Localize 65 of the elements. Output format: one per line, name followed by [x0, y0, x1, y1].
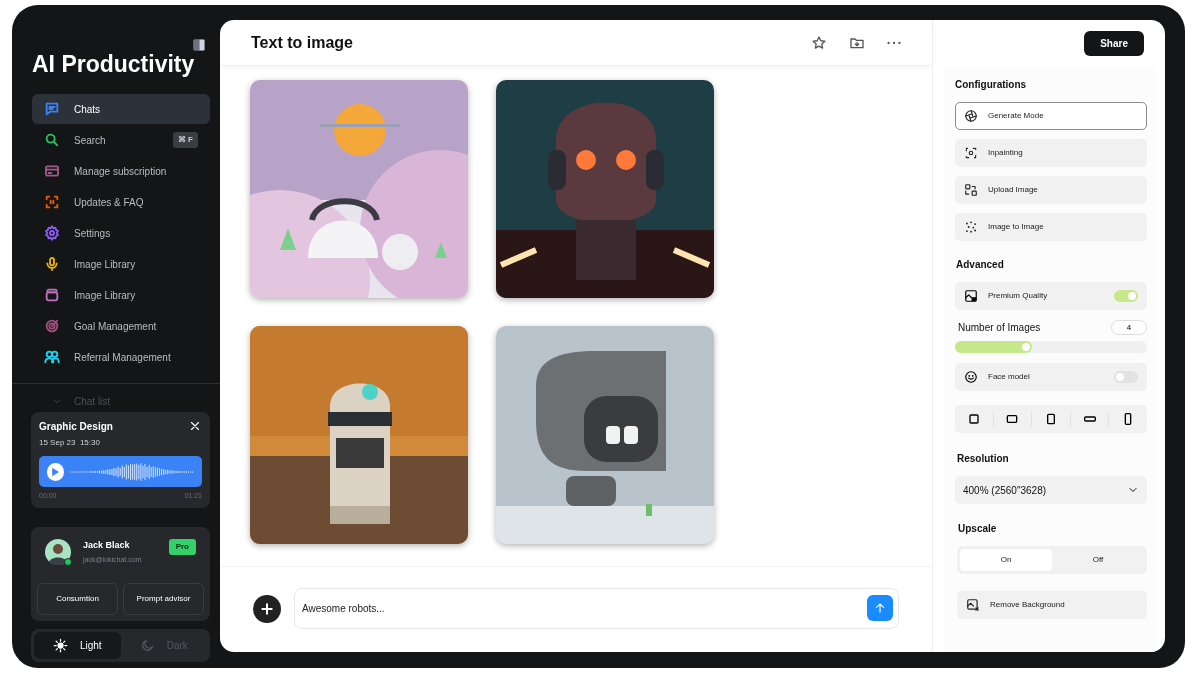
- sidebar-item[interactable]: Referral Management: [32, 342, 210, 372]
- plan-badge: Pro: [168, 538, 196, 555]
- image-quality-icon: [964, 289, 978, 303]
- user-name: Jack Black: [83, 538, 131, 552]
- more-icon: [887, 40, 901, 45]
- shortcut-badge: ⌘ F: [172, 132, 198, 148]
- arrow-up-icon: [873, 601, 887, 615]
- sidebar-item[interactable]: Settings: [32, 218, 210, 248]
- sidebar-item[interactable]: Chats: [32, 94, 210, 124]
- section-heading: Upscale: [958, 522, 998, 536]
- count-field: 4: [1111, 320, 1147, 335]
- play-icon: [50, 466, 61, 477]
- star-icon: [811, 34, 827, 51]
- resolution-dropdown[interactable]: 400% (2560"3628): [955, 476, 1147, 504]
- avatar: [45, 538, 71, 565]
- aperture-icon: [964, 109, 978, 123]
- inpaint-frame-icon: [964, 146, 978, 160]
- mode-option[interactable]: Generate Mode: [955, 102, 1147, 130]
- section-heading: Resolution: [957, 452, 1010, 466]
- audio-date: 15 Sep 23 15:30: [39, 437, 101, 449]
- setting-label: Premium Quality: [988, 290, 1049, 302]
- slider-thumb[interactable]: [1021, 343, 1030, 351]
- remove-background-button[interactable]: Remove Background: [957, 591, 1147, 619]
- app-title: AI Productivity: [32, 53, 196, 76]
- section-heading: Advanced: [956, 258, 1005, 272]
- upscale-option[interactable]: On: [960, 549, 1052, 571]
- sidebar-item[interactable]: Image Library: [32, 249, 210, 279]
- profile-button[interactable]: Consumtion: [37, 582, 118, 615]
- more-button[interactable]: [887, 40, 901, 45]
- play-button[interactable]: [47, 462, 64, 481]
- close-button[interactable]: [188, 419, 202, 433]
- favorite-button[interactable]: [811, 34, 827, 51]
- setting-label: Number of Images: [958, 321, 1041, 335]
- send-button[interactable]: [867, 595, 893, 621]
- mode-option[interactable]: Image to Image: [955, 213, 1147, 241]
- share-button[interactable]: Share: [1084, 30, 1144, 56]
- image-remove-icon: [966, 598, 980, 612]
- swap-squares-icon: [964, 183, 978, 197]
- page-title: Text to image: [251, 32, 354, 53]
- section-heading: Configurations: [955, 78, 1028, 92]
- plus-icon: [259, 600, 275, 617]
- sidebar-toggle-icon: [192, 38, 206, 52]
- smiley-icon: [964, 370, 978, 384]
- theme-option[interactable]: Light: [34, 631, 121, 659]
- add-button[interactable]: [253, 594, 281, 623]
- chat-list-label: Chat list: [74, 394, 111, 409]
- audio-title: Graphic Design: [39, 420, 113, 434]
- sidebar-item[interactable]: Updates & FAQ: [32, 187, 210, 217]
- mode-option[interactable]: Upload Image: [955, 176, 1147, 204]
- profile-button[interactable]: Prompt advisor: [123, 582, 204, 615]
- toggle-switch[interactable]: [1114, 290, 1138, 302]
- sun-icon: [52, 637, 68, 653]
- close-icon: [188, 419, 202, 433]
- moon-icon: [139, 637, 155, 653]
- scattered-dots-icon: [964, 220, 978, 234]
- sidebar-item[interactable]: Manage subscription: [32, 156, 210, 186]
- setting-label: Face model: [988, 371, 1031, 383]
- prompt-field[interactable]: Awesome robots...: [294, 588, 899, 629]
- sidebar-item[interactable]: Search ⌘ F: [32, 125, 210, 155]
- upscale-option[interactable]: Off: [1052, 549, 1144, 571]
- sidebar-item[interactable]: Image Library: [32, 280, 210, 310]
- chevron-down-icon: [52, 396, 62, 406]
- mode-option[interactable]: Inpainting: [955, 139, 1147, 167]
- toggle-switch[interactable]: [1114, 371, 1138, 383]
- sidebar-item[interactable]: Goal Management: [32, 311, 210, 341]
